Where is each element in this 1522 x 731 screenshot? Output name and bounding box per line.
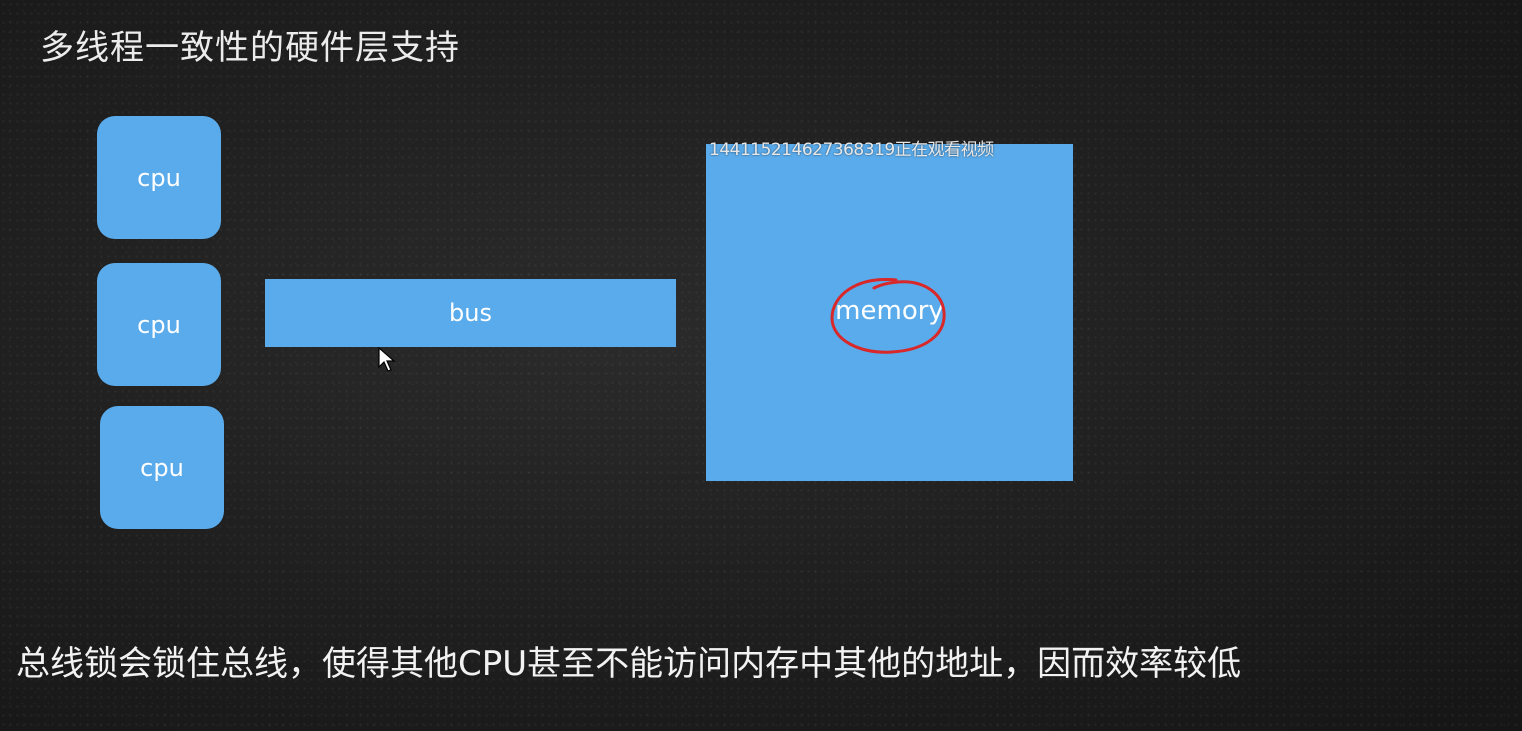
bus-label: bus	[449, 299, 492, 327]
slide-caption: 总线锁会锁住总线，使得其他CPU甚至不能访问内存中其他的地址，因而效率较低	[16, 644, 1242, 684]
slide-title: 多线程一致性的硬件层支持	[40, 28, 460, 68]
mouse-pointer-icon	[378, 347, 396, 372]
bus-block: bus	[265, 279, 676, 347]
red-circle-annotation	[830, 277, 946, 354]
cpu-label: cpu	[137, 310, 181, 339]
cpu-block-1: cpu	[97, 116, 221, 239]
cpu-block-3: cpu	[100, 406, 224, 529]
cpu-label: cpu	[140, 453, 184, 482]
viewer-watermark: 14411521462736831​9正在观看视频	[709, 140, 994, 160]
cpu-label: cpu	[137, 163, 181, 192]
cpu-block-2: cpu	[97, 263, 221, 386]
memory-block: memory	[706, 144, 1073, 481]
